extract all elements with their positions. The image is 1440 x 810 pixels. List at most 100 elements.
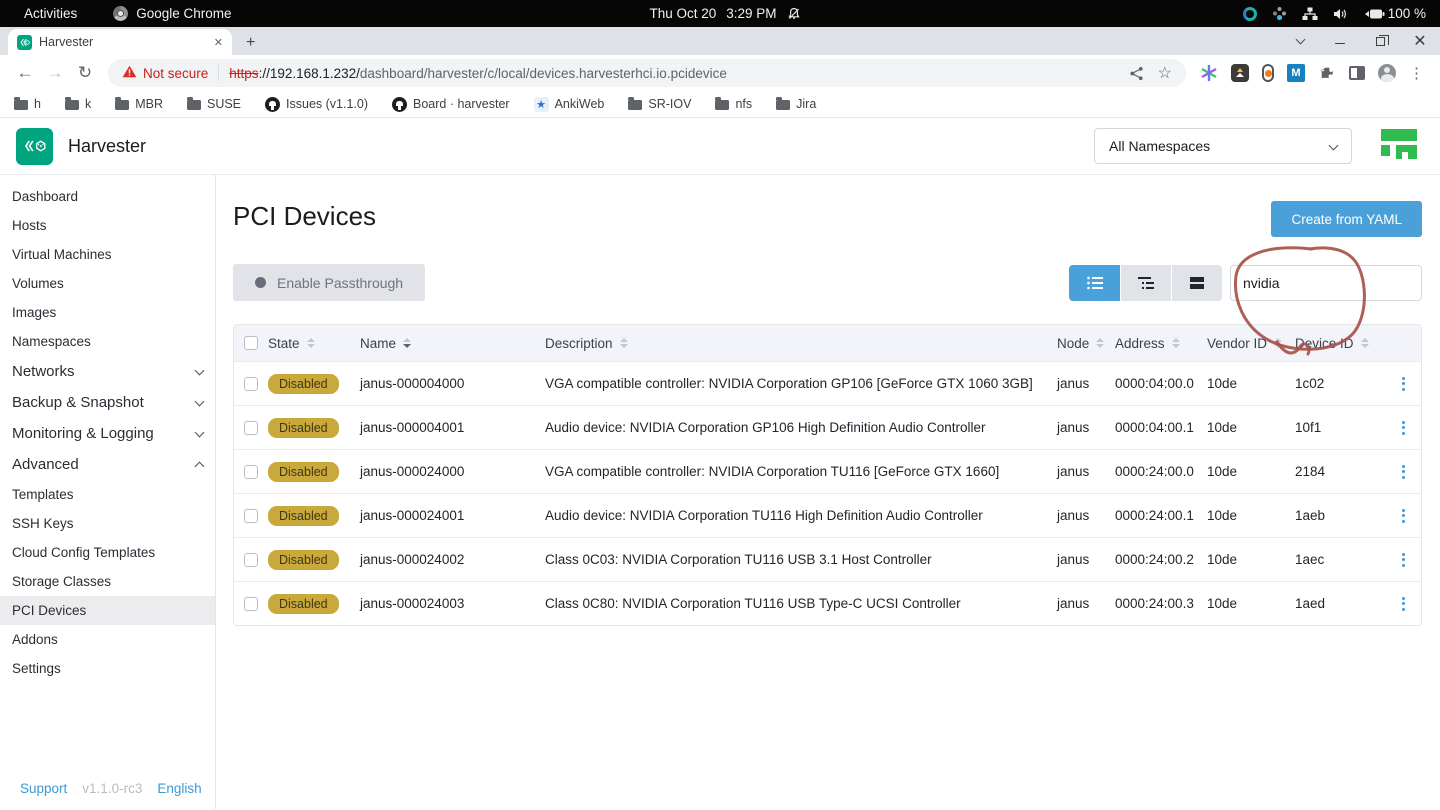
rancher-logo[interactable] (1380, 127, 1418, 166)
row-checkbox[interactable] (244, 377, 258, 391)
share-icon[interactable] (1129, 66, 1144, 81)
sidebar-item-pci-devices[interactable]: PCI Devices (0, 596, 215, 625)
m-extension-icon[interactable]: M (1287, 64, 1305, 82)
bookmark-folder[interactable]: nfs (715, 97, 752, 111)
row-checkbox[interactable] (244, 597, 258, 611)
language-link[interactable]: English (157, 781, 201, 796)
namespace-selector[interactable]: All Namespaces (1094, 128, 1352, 164)
filter-search-input[interactable] (1230, 265, 1422, 301)
sidebar-item-hosts[interactable]: Hosts (0, 211, 215, 240)
sidebar-group-advanced[interactable]: Advanced (0, 449, 215, 480)
asterisk-extension-icon[interactable] (1200, 64, 1218, 82)
sidebar-group-backup-snapshot[interactable]: Backup & Snapshot (0, 387, 215, 418)
chevron-up-icon (195, 461, 205, 471)
bookmark-link[interactable]: Board · harvester (392, 97, 510, 112)
new-tab-button[interactable]: + (246, 35, 255, 51)
browser-tab-harvester[interactable]: Harvester ✕ (8, 29, 232, 55)
create-from-yaml-button[interactable]: Create from YAML (1271, 201, 1422, 237)
side-panel-icon[interactable] (1349, 66, 1365, 80)
bookmark-folder[interactable]: SUSE (187, 97, 241, 111)
tab-search-icon[interactable] (1280, 39, 1320, 43)
col-header-name[interactable]: Name (360, 336, 545, 351)
sidebar-item-namespaces[interactable]: Namespaces (0, 327, 215, 356)
system-tray[interactable]: 100 % (801, 6, 1440, 21)
row-actions-menu-icon[interactable] (1402, 509, 1405, 523)
row-actions-menu-icon[interactable] (1402, 421, 1405, 435)
sidebar-item-addons[interactable]: Addons (0, 625, 215, 654)
col-header-node[interactable]: Node (1057, 336, 1115, 351)
sidebar-item-settings[interactable]: Settings (0, 654, 215, 683)
device-name: janus-000024001 (360, 508, 545, 523)
support-link[interactable]: Support (20, 781, 67, 796)
harvester-logo[interactable] (16, 128, 53, 165)
row-actions-menu-icon[interactable] (1402, 597, 1405, 611)
table-row: Disabled janus-000024003 Class 0C80: NVI… (234, 581, 1421, 625)
sidebar-item-dashboard[interactable]: Dashboard (0, 182, 215, 211)
col-header-state[interactable]: State (268, 336, 360, 351)
extensions-puzzle-icon[interactable] (1318, 64, 1336, 82)
enable-passthrough-button[interactable]: Enable Passthrough (233, 264, 425, 301)
sidebar-item-storage-classes[interactable]: Storage Classes (0, 567, 215, 596)
clock-menu[interactable]: Thu Oct 20 3:29 PM (649, 6, 800, 21)
card-view-button[interactable] (1171, 265, 1222, 301)
sort-icon (1274, 338, 1282, 348)
notifications-muted-icon (787, 7, 801, 21)
device-vendor-id: 10de (1207, 596, 1295, 611)
row-checkbox[interactable] (244, 553, 258, 567)
window-restore-button[interactable] (1360, 37, 1400, 46)
namespace-selector-value: All Namespaces (1109, 138, 1210, 154)
bookmark-folder[interactable]: h (14, 97, 41, 111)
back-button[interactable]: ← (10, 63, 40, 83)
bookmark-link[interactable]: Issues (v1.1.0) (265, 97, 368, 112)
col-header-vendor-id[interactable]: Vendor ID (1207, 336, 1295, 351)
window-minimize-button[interactable] (1320, 38, 1360, 44)
device-description: Class 0C80: NVIDIA Corporation TU116 USB… (545, 596, 1057, 611)
bookmark-folder[interactable]: k (65, 97, 91, 111)
device-name: janus-000024003 (360, 596, 545, 611)
row-checkbox[interactable] (244, 465, 258, 479)
sidebar-item-images[interactable]: Images (0, 298, 215, 327)
row-actions-menu-icon[interactable] (1402, 377, 1405, 391)
sidebar-group-monitoring-logging[interactable]: Monitoring & Logging (0, 418, 215, 449)
window-close-button[interactable]: ✕ (1400, 31, 1440, 51)
sidebar-item-templates[interactable]: Templates (0, 480, 215, 509)
address-bar[interactable]: Not secure https://192.168.1.232/dashboa… (108, 59, 1186, 87)
profile-avatar[interactable] (1378, 64, 1396, 82)
bookmark-link[interactable]: ★AnkiWeb (534, 97, 605, 112)
dark-square-extension-icon[interactable] (1231, 64, 1249, 82)
browser-menu-icon[interactable]: ⋮ (1409, 64, 1424, 82)
tray-color-dots-icon (1272, 6, 1287, 21)
col-header-description[interactable]: Description (545, 336, 1057, 351)
bookmark-folder[interactable]: MBR (115, 97, 163, 111)
sidebar-item-volumes[interactable]: Volumes (0, 269, 215, 298)
brand-name: Harvester (68, 136, 146, 157)
forward-button[interactable]: → (40, 63, 70, 83)
bookmark-folder[interactable]: Jira (776, 97, 816, 111)
col-header-address[interactable]: Address (1115, 336, 1207, 351)
grouped-view-button[interactable] (1120, 265, 1171, 301)
status-badge: Disabled (268, 550, 339, 570)
tab-close-icon[interactable]: ✕ (214, 36, 223, 49)
device-description: VGA compatible controller: NVIDIA Corpor… (545, 464, 1057, 479)
list-view-button[interactable] (1069, 265, 1120, 301)
sidebar-item-cloud-config-templates[interactable]: Cloud Config Templates (0, 538, 215, 567)
activities-button[interactable]: Activities (24, 6, 77, 21)
pill-extension-icon[interactable] (1262, 64, 1274, 82)
reload-button[interactable]: ↻ (70, 63, 100, 83)
row-actions-menu-icon[interactable] (1402, 465, 1405, 479)
focused-app-menu[interactable]: Google Chrome (113, 6, 231, 21)
row-checkbox[interactable] (244, 509, 258, 523)
sidebar-item-ssh-keys[interactable]: SSH Keys (0, 509, 215, 538)
network-icon (1302, 7, 1318, 21)
row-checkbox[interactable] (244, 421, 258, 435)
select-all-checkbox[interactable] (244, 336, 258, 350)
col-header-device-id[interactable]: Device ID (1295, 336, 1385, 351)
sidebar-item-virtual-machines[interactable]: Virtual Machines (0, 240, 215, 269)
bookmark-folder[interactable]: SR-IOV (628, 97, 691, 111)
row-actions-menu-icon[interactable] (1402, 553, 1405, 567)
sort-icon (620, 338, 628, 348)
sidebar-group-networks[interactable]: Networks (0, 356, 215, 387)
github-icon (392, 97, 407, 112)
device-description: VGA compatible controller: NVIDIA Corpor… (545, 376, 1057, 391)
bookmark-star-icon[interactable]: ☆ (1158, 63, 1172, 83)
